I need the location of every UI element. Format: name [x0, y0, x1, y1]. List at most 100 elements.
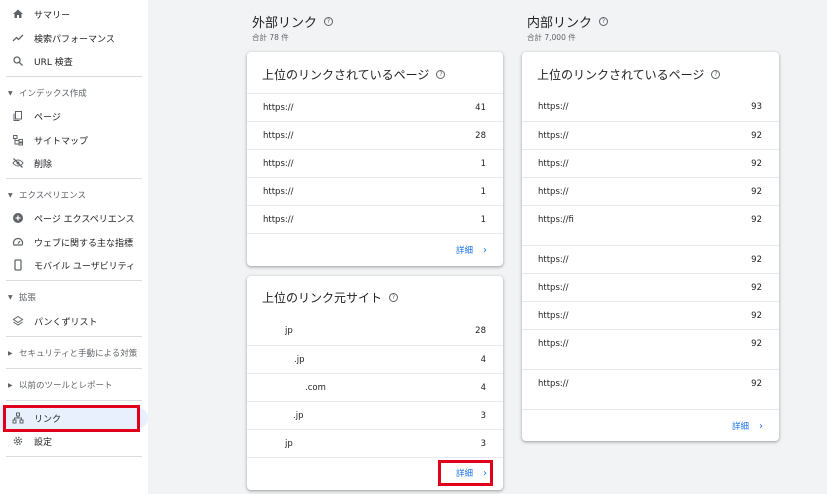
- row-url[interactable]: https://: [538, 283, 568, 293]
- section-legacy-tools[interactable]: ▶ 以前のツールとレポート: [0, 376, 113, 394]
- table-row[interactable]: https:// 92: [522, 329, 779, 369]
- table-row[interactable]: https:// 1: [247, 149, 503, 177]
- sidebar-item-performance[interactable]: 検索パフォーマンス: [0, 27, 115, 49]
- help-icon[interactable]: ?: [389, 293, 399, 302]
- sidebar-item-pages[interactable]: ページ: [0, 105, 61, 127]
- row-site[interactable]: .jp: [294, 355, 304, 365]
- table-row[interactable]: https:// 92: [522, 369, 779, 409]
- row-url[interactable]: https://: [538, 159, 568, 169]
- table-row[interactable]: https:// 1: [247, 177, 503, 205]
- external-links-total: 合計 78 件: [252, 33, 289, 42]
- row-site[interactable]: .jp: [293, 411, 303, 421]
- internal-top-pages-card: 上位のリンクされているページ ? https:// 93 https:// 92…: [522, 52, 779, 441]
- row-site[interactable]: jp: [285, 326, 293, 336]
- row-count: 92: [751, 187, 762, 197]
- row-count: 92: [751, 379, 762, 389]
- sidebar-divider: [6, 368, 142, 369]
- table-row[interactable]: jp 28: [247, 317, 503, 345]
- gear-icon: [11, 434, 25, 448]
- section-label: 拡張: [19, 293, 37, 303]
- help-icon[interactable]: ?: [436, 70, 446, 79]
- sidebar-item-label: ページ エクスペリエンス: [34, 214, 135, 225]
- table-row[interactable]: https:// 92: [522, 301, 779, 329]
- home-icon: [11, 7, 25, 21]
- help-icon[interactable]: ?: [324, 17, 334, 26]
- table-row[interactable]: .jp 3: [247, 401, 503, 429]
- row-url[interactable]: https://: [538, 379, 568, 389]
- sidebar-item-summary[interactable]: サマリー: [0, 3, 70, 25]
- row-count: 28: [475, 326, 486, 336]
- section-label: エクスペリエンス: [19, 191, 86, 201]
- sidebar-item-breadcrumbs[interactable]: パンくずリスト: [0, 310, 97, 332]
- row-url[interactable]: https://: [538, 131, 568, 141]
- table-row[interactable]: https:// 1: [247, 205, 503, 233]
- row-count: 93: [751, 102, 762, 112]
- caret-right-icon: ▶: [8, 349, 13, 357]
- table-row[interactable]: .jp 4: [247, 345, 503, 373]
- table-row[interactable]: jp 3: [247, 429, 503, 457]
- add-circle-icon: [11, 211, 25, 225]
- sidebar-item-mobile-usability[interactable]: モバイル ユーザビリティ: [0, 254, 135, 276]
- section-index[interactable]: ▼ インデックス作成: [0, 84, 87, 102]
- table-row[interactable]: https:// 93: [522, 93, 779, 121]
- row-url[interactable]: https://: [263, 159, 293, 169]
- row-url[interactable]: https://fi: [538, 215, 574, 225]
- card-title: 上位のリンクされているページ ?: [262, 66, 446, 83]
- row-url[interactable]: https://: [538, 311, 568, 321]
- table-row[interactable]: https://fi 92: [522, 205, 779, 245]
- row-url[interactable]: https://: [538, 255, 568, 265]
- section-label: セキュリティと手動による対策: [19, 349, 138, 359]
- table-row[interactable]: https:// 92: [522, 273, 779, 301]
- sidebar-divider: [6, 400, 142, 401]
- section-label: インデックス作成: [19, 89, 87, 99]
- row-url[interactable]: https://: [263, 131, 293, 141]
- row-url[interactable]: https://: [263, 103, 293, 113]
- section-experience[interactable]: ▼ エクスペリエンス: [0, 186, 86, 204]
- phone-icon: [11, 258, 25, 272]
- help-icon[interactable]: ?: [711, 70, 721, 79]
- row-url[interactable]: https://: [263, 187, 293, 197]
- row-count: 92: [751, 283, 762, 293]
- details-button[interactable]: 詳細 ›: [732, 420, 763, 433]
- table-row[interactable]: https:// 92: [522, 177, 779, 205]
- sidebar-item-sitemap[interactable]: サイトマップ: [0, 129, 88, 151]
- internal-links-total: 合計 7,000 件: [527, 33, 576, 42]
- table-row[interactable]: https:// 28: [247, 121, 503, 149]
- row-url[interactable]: https://: [538, 102, 568, 112]
- card-title-label: 上位のリンク元サイト: [262, 291, 383, 305]
- table-row[interactable]: .com 4: [247, 373, 503, 401]
- caret-down-icon: ▼: [8, 293, 13, 301]
- table-row[interactable]: https:// 41: [247, 93, 503, 121]
- card-title: 上位のリンクされているページ ?: [537, 66, 721, 83]
- sidebar-item-label: URL 検査: [34, 57, 73, 68]
- table-row[interactable]: https:// 92: [522, 245, 779, 273]
- row-site[interactable]: jp: [285, 439, 293, 449]
- sidebar-item-url-inspection[interactable]: URL 検査: [0, 50, 73, 72]
- row-url[interactable]: https://: [538, 339, 568, 349]
- sidebar-item-label: パンくずリスト: [34, 317, 98, 328]
- layers-icon: [11, 314, 25, 328]
- table-row[interactable]: https:// 92: [522, 121, 779, 149]
- details-label: 詳細: [455, 246, 473, 256]
- table-row[interactable]: https:// 92: [522, 149, 779, 177]
- sidebar-item-label: ウェブに関する主な指標: [34, 238, 134, 249]
- help-icon[interactable]: ?: [599, 17, 609, 26]
- sidebar-item-settings[interactable]: 設定: [0, 430, 52, 452]
- chevron-right-icon: ›: [759, 420, 763, 432]
- row-count: 92: [751, 215, 762, 225]
- row-count: 92: [751, 311, 762, 321]
- internal-links-label: 内部リンク: [527, 16, 593, 31]
- details-button[interactable]: 詳細 ›: [455, 244, 487, 257]
- caret-right-icon: ▶: [8, 381, 13, 389]
- sidebar-item-removals[interactable]: 削除: [0, 152, 52, 174]
- section-security[interactable]: ▶ セキュリティと手動による対策: [0, 344, 137, 362]
- external-top-sites-card: 上位のリンク元サイト ? jp 28 .jp 4 .com 4 .jp 3 jp…: [247, 276, 503, 490]
- sidebar-item-page-experience[interactable]: ページ エクスペリエンス: [0, 207, 135, 229]
- row-site[interactable]: .com: [305, 383, 326, 393]
- external-links-title: 外部リンク ?: [252, 12, 334, 31]
- row-count: 92: [751, 159, 762, 169]
- section-enhancements[interactable]: ▼ 拡張: [0, 288, 36, 306]
- row-url[interactable]: https://: [263, 215, 293, 225]
- sidebar-item-core-web-vitals[interactable]: ウェブに関する主な指標: [0, 231, 133, 253]
- row-url[interactable]: https://: [538, 187, 568, 197]
